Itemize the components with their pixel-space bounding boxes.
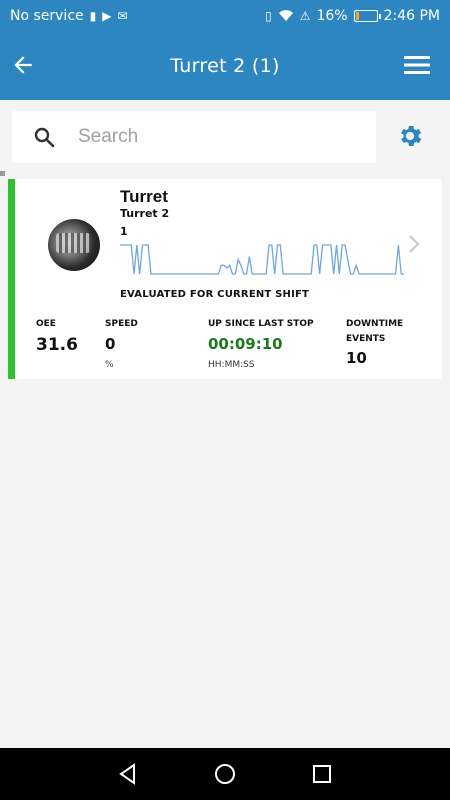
circle-home-icon[interactable] xyxy=(213,762,237,786)
battery-icon xyxy=(353,10,381,22)
speed-value: 0 xyxy=(105,335,116,353)
status-left: No service ▮ ▶ ✉ xyxy=(10,8,128,24)
uptime-unit: HH:MM:SS xyxy=(208,360,255,370)
clock: 2:46 PM xyxy=(383,8,440,24)
evaluation-note: EVALUATED FOR CURRENT SHIFT xyxy=(120,289,310,300)
oee-value: 31.6 xyxy=(36,335,78,355)
sim-error-icon: ▮ xyxy=(89,9,97,23)
alert-icon: ⚠ xyxy=(299,9,311,23)
speed-unit: % xyxy=(105,360,114,370)
search-input[interactable] xyxy=(78,126,338,148)
downtime-label-line2: EVENTS xyxy=(346,334,386,344)
carrier-text: No service xyxy=(10,8,84,24)
vibrate-icon: ▯ xyxy=(265,9,272,23)
battery-fill xyxy=(355,12,360,20)
square-recents-icon[interactable] xyxy=(310,762,334,786)
arrow-left-icon[interactable] xyxy=(10,52,36,78)
triangle-back-icon[interactable] xyxy=(116,762,140,786)
search-icon[interactable] xyxy=(32,125,56,149)
machine-index: 1 xyxy=(120,225,128,238)
email-icon: ✉ xyxy=(117,9,128,23)
machine-image xyxy=(48,219,100,271)
machine-name: Turret 2 xyxy=(120,207,170,220)
chevron-right-icon[interactable] xyxy=(406,233,422,255)
oee-label: OEE xyxy=(36,319,56,329)
activity-sparkline xyxy=(120,244,404,275)
machine-card[interactable]: Turret Turret 2 1 EVALUATED FOR CURRENT … xyxy=(8,179,442,379)
sparkline-series xyxy=(120,244,404,275)
gear-icon[interactable] xyxy=(396,122,424,150)
page-title: Turret 2 (1) xyxy=(170,55,280,77)
status-right: ▯ ⚠ 16% 2:46 PM xyxy=(265,8,440,24)
uptime-label: UP SINCE LAST STOP xyxy=(208,319,314,329)
search-box xyxy=(12,111,376,163)
app-bar: Turret 2 (1) xyxy=(0,32,450,100)
wifi-icon xyxy=(278,10,293,21)
uptime-value: 00:09:10 xyxy=(208,335,283,353)
machine-title: Turret xyxy=(120,187,168,206)
downtime-label: DOWNTIME EVENTS xyxy=(346,317,403,347)
status-bar: No service ▮ ▶ ✉ ▯ ⚠ 16% 2:46 PM xyxy=(0,0,450,32)
play-store-icon: ▶ xyxy=(102,9,112,23)
speed-label: SPEED xyxy=(105,319,138,329)
system-nav-bar xyxy=(0,748,450,800)
scroll-indicator xyxy=(0,171,5,176)
downtime-label-line1: DOWNTIME xyxy=(346,319,404,329)
hamburger-menu-icon[interactable] xyxy=(404,54,430,76)
downtime-value: 10 xyxy=(346,349,367,367)
battery-percent: 16% xyxy=(316,8,348,24)
